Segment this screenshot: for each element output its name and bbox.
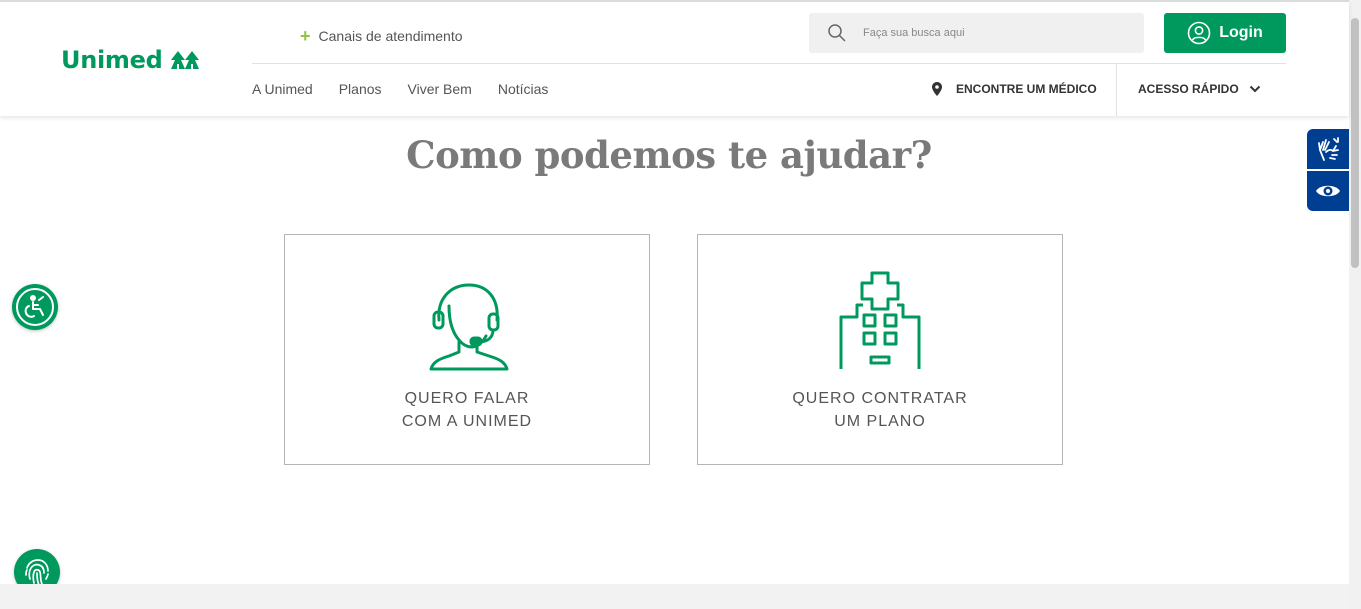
card-quero-contratar[interactable]: QUERO CONTRATAR UM PLANO [697,234,1063,465]
canais-de-atendimento-link[interactable]: + Canais de atendimento [300,26,463,46]
nav-item-a-unimed[interactable]: A Unimed [252,81,313,97]
card-label-line: COM A UNIMED [401,413,533,430]
unimed-tree-icon [170,50,200,70]
card-label-line: QUERO CONTRATAR [792,390,968,407]
plus-icon: + [300,26,311,46]
search-input[interactable] [863,27,1123,39]
acesso-label: ACESSO RÁPIDO [1138,82,1239,96]
nav-item-planos[interactable]: Planos [339,81,382,97]
search-bar[interactable] [809,13,1144,53]
fingerprint-icon [25,559,49,586]
header-divider [252,63,1286,64]
encontre-label: ENCONTRE UM MÉDICO [956,82,1097,96]
encontre-um-medico-link[interactable]: ENCONTRE UM MÉDICO [932,82,1097,96]
card-label-line: QUERO FALAR [404,390,530,407]
nav-item-viver-bem[interactable]: Viver Bem [408,81,472,97]
wheelchair-icon [24,295,44,318]
card-label: QUERO CONTRATAR UM PLANO [698,387,1062,433]
card-label-line: UM PLANO [834,413,926,430]
logo-text: Unimed [61,46,163,74]
card-label: QUERO FALAR COM A UNIMED [285,387,649,433]
location-pin-icon [932,82,942,96]
nav-item-noticias[interactable]: Notícias [498,81,549,97]
visual-contrast-button[interactable] [1307,171,1349,211]
footer-band [0,584,1349,609]
headset-support-icon [285,280,649,372]
page-scrollbar[interactable] [1349,0,1361,609]
canais-label: Canais de atendimento [318,28,463,44]
login-label: Login [1219,24,1263,41]
sign-language-button[interactable] [1307,129,1349,169]
header-vertical-divider [1116,64,1117,116]
accessibility-widget-button[interactable] [12,284,58,330]
main-nav: A Unimed Planos Viver Bem Notícias [252,81,548,97]
accessibility-side-panel [1307,129,1349,211]
search-icon[interactable] [827,23,847,43]
chevron-down-icon [1249,85,1260,93]
scrollbar-thumb[interactable] [1351,18,1359,268]
unimed-logo[interactable]: Unimed [61,46,200,74]
user-circle-icon [1187,21,1211,45]
sign-language-icon [1318,137,1339,161]
login-button[interactable]: Login [1164,13,1286,53]
acesso-rapido-dropdown[interactable]: ACESSO RÁPIDO [1138,82,1261,96]
hospital-icon [698,271,1062,371]
site-header: Unimed + Canais de atendimento Login A U… [0,2,1349,116]
page-title: Como podemos te ajudar? [406,133,932,177]
card-quero-falar[interactable]: QUERO FALAR COM A UNIMED [284,234,650,465]
eye-icon [1316,185,1340,197]
